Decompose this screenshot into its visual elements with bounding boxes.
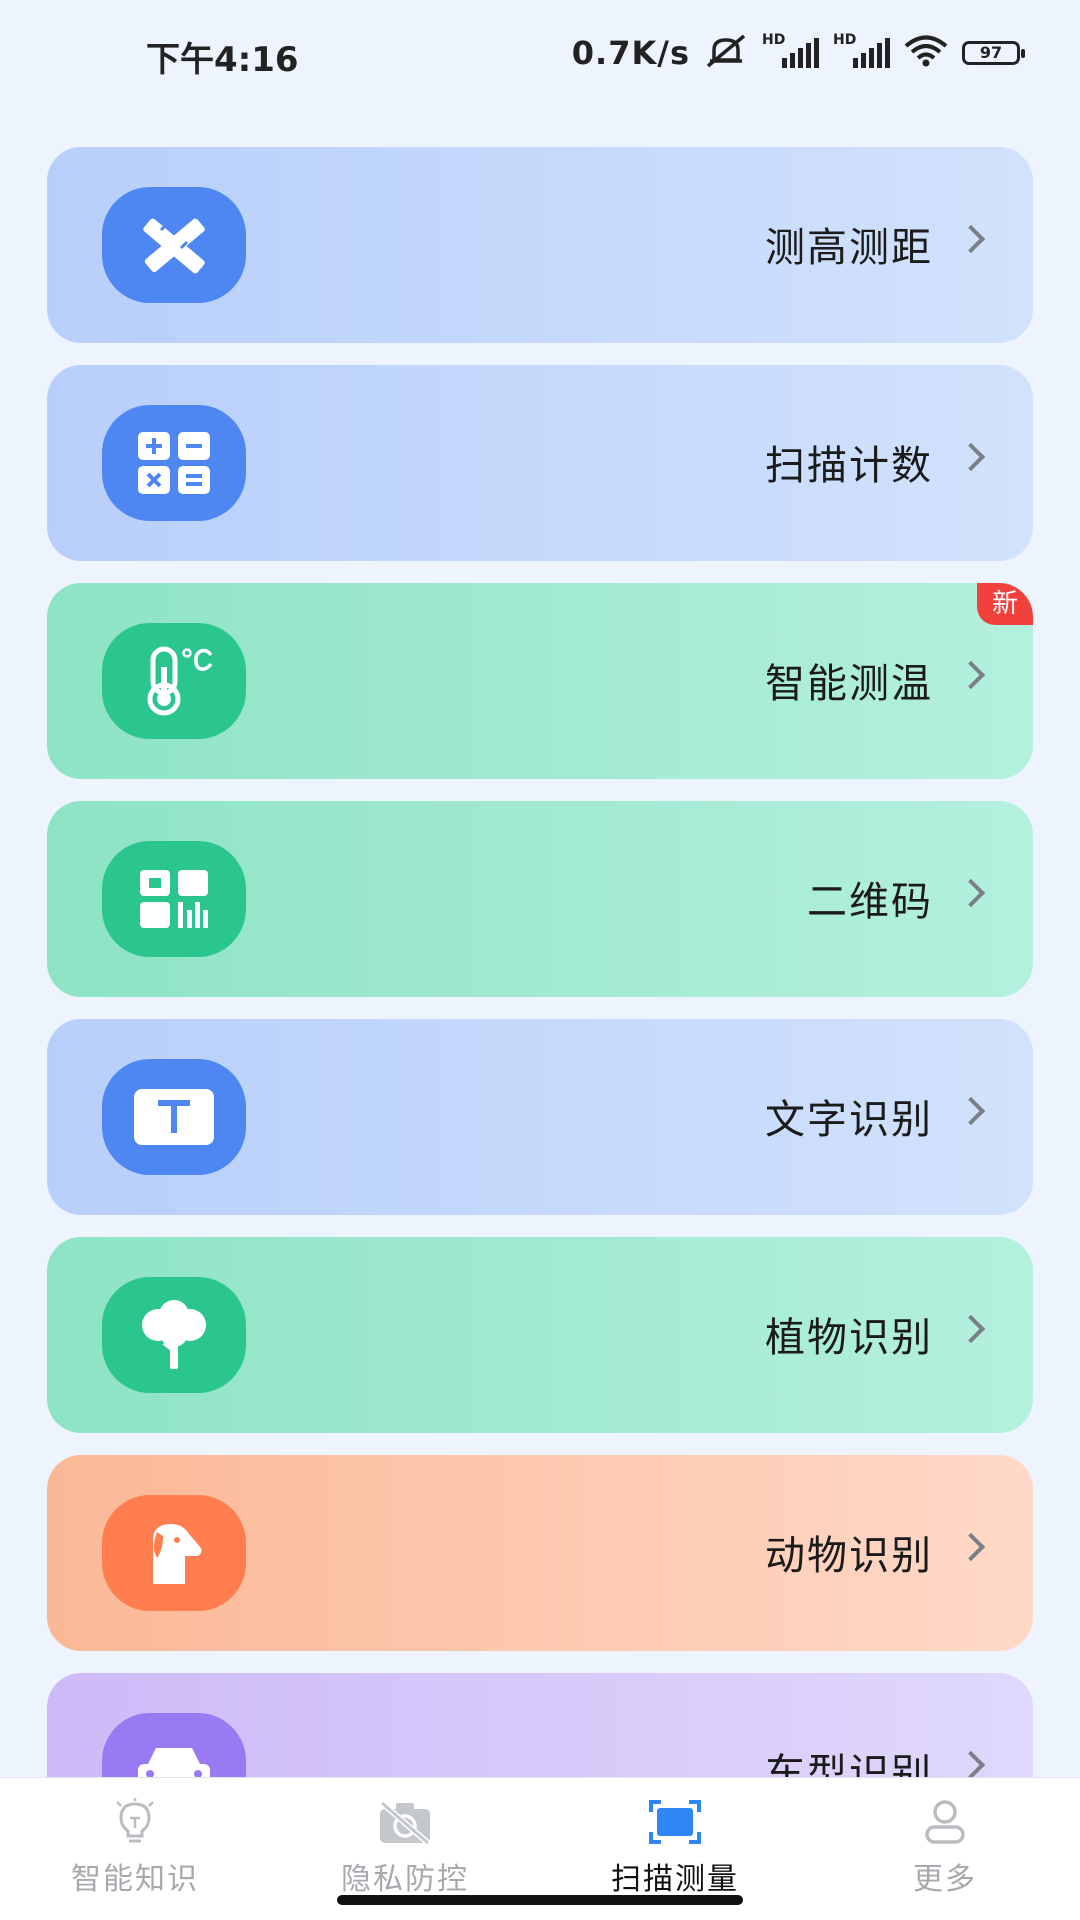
signal-hd-icon: HD [833, 32, 890, 68]
signal-hd-icon: HD [762, 32, 819, 68]
feature-label: 智能测温 [765, 661, 933, 707]
new-badge: 新 [977, 583, 1033, 625]
network-speed: 0.7K/s [571, 34, 690, 72]
feature-card-scan-count[interactable]: 扫描计数 [47, 365, 1033, 561]
chevron-right-icon [956, 1314, 986, 1344]
mute-icon [704, 34, 748, 72]
nav-item-privacy-protection[interactable]: 隐私防控 [305, 1796, 505, 1898]
nav-label: 更多 [913, 1862, 977, 1897]
nav-item-smart-knowledge[interactable]: 智能知识 [35, 1796, 235, 1898]
feature-card-qr-code[interactable]: 二维码 [47, 801, 1033, 997]
feature-label: 车型识别 [765, 1751, 933, 1777]
lightbulb-icon [35, 1796, 235, 1848]
feature-card-car-recognition[interactable]: 车型识别 [47, 1673, 1033, 1777]
status-time: 下午4:16 [146, 40, 299, 80]
feature-card-text-recognition[interactable]: 文字识别 [47, 1019, 1033, 1215]
nav-item-more[interactable]: 更多 [845, 1796, 1045, 1898]
status-bar: 下午4:16 0.7K/s HD HD 97 [0, 0, 1080, 110]
feature-label: 扫描计数 [765, 443, 933, 489]
camera-off-icon [305, 1796, 505, 1848]
feature-label: 测高测距 [765, 225, 933, 271]
chevron-right-icon [956, 1532, 986, 1562]
feature-card-smart-temperature[interactable]: 智能测温 新 [47, 583, 1033, 779]
feature-card-plant-recognition[interactable]: 植物识别 [47, 1237, 1033, 1433]
battery-icon: 97 [962, 41, 1025, 65]
text-t-icon [102, 1059, 246, 1175]
chevron-right-icon [956, 660, 986, 690]
car-icon [102, 1713, 246, 1777]
thermometer-icon [102, 623, 246, 739]
person-icon [845, 1796, 1045, 1848]
feature-label: 二维码 [807, 879, 933, 925]
chevron-right-icon [956, 224, 986, 254]
status-icons: 0.7K/s HD HD 97 [571, 32, 1025, 74]
nav-label: 智能知识 [71, 1862, 199, 1897]
home-indicator[interactable] [337, 1895, 743, 1905]
feature-list: 测高测距 扫描计数 智能测温 新 二维码 文字识别 植物识别 动物识别 车型识别 [47, 147, 1033, 1777]
scan-icon [575, 1796, 775, 1848]
nav-item-scan-measure[interactable]: 扫描测量 [575, 1796, 775, 1898]
wifi-icon [904, 35, 948, 71]
calculator-icon [102, 405, 246, 521]
feature-label: 动物识别 [765, 1533, 933, 1579]
feature-label: 植物识别 [765, 1315, 933, 1361]
pencil-ruler-icon [102, 187, 246, 303]
feature-label: 文字识别 [765, 1097, 933, 1143]
dog-icon [102, 1495, 246, 1611]
tree-icon [102, 1277, 246, 1393]
chevron-right-icon [956, 1096, 986, 1126]
chevron-right-icon [956, 1750, 986, 1777]
chevron-right-icon [956, 878, 986, 908]
feature-card-height-distance[interactable]: 测高测距 [47, 147, 1033, 343]
chevron-right-icon [956, 442, 986, 472]
nav-label: 扫描测量 [611, 1862, 739, 1897]
qr-code-icon [102, 841, 246, 957]
nav-label: 隐私防控 [341, 1862, 469, 1897]
feature-card-animal-recognition[interactable]: 动物识别 [47, 1455, 1033, 1651]
